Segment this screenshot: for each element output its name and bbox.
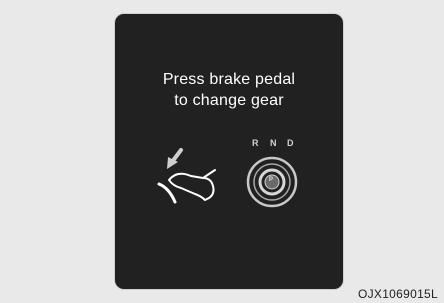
park-button-label: P [269, 177, 274, 183]
shift-message: Press brake pedal to change gear [115, 69, 343, 111]
message-line-2: to change gear [174, 92, 284, 109]
cluster-display: Press brake pedal to change gear R N D P [115, 14, 343, 289]
figure-code: OJX1069015L [357, 287, 438, 301]
gear-dial-icon [242, 132, 306, 212]
message-line-1: Press brake pedal [162, 71, 296, 88]
brake-pedal-icon [155, 140, 225, 210]
